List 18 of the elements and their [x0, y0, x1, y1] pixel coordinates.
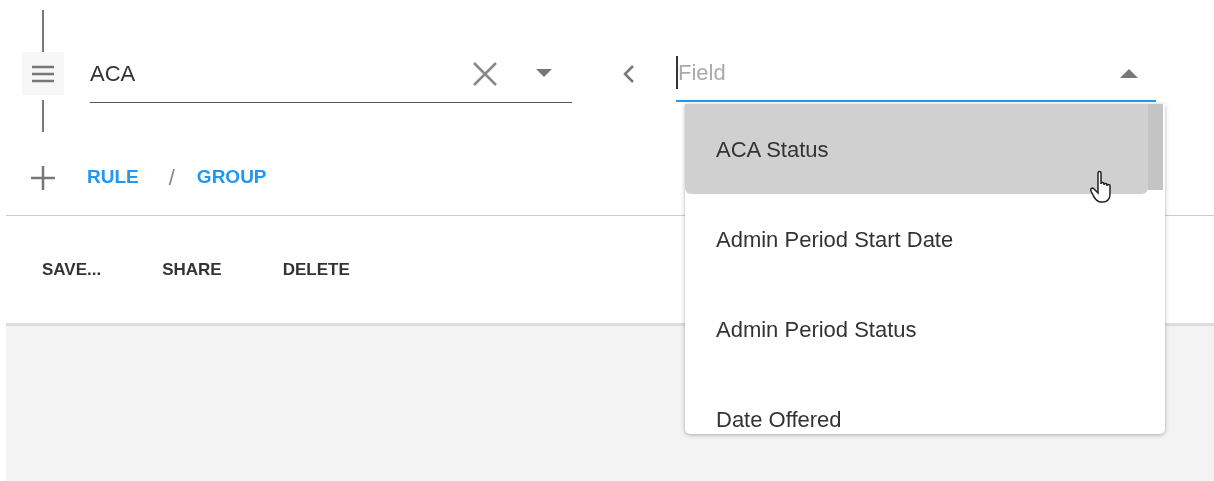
- scrollbar-thumb[interactable]: [1148, 104, 1163, 190]
- caret-icon[interactable]: [1120, 67, 1138, 78]
- separator-text: /: [168, 164, 175, 192]
- dropdown-option[interactable]: Admin Period Status: [685, 284, 1148, 374]
- dropdown-option[interactable]: Date Offered: [685, 374, 1148, 434]
- drag-handle[interactable]: [22, 52, 64, 95]
- menu-icon: [31, 64, 55, 83]
- chevron-left-icon[interactable]: [622, 64, 636, 84]
- field-input[interactable]: Field: [676, 56, 1120, 89]
- close-icon[interactable]: [472, 60, 498, 87]
- caret-icon[interactable]: [536, 69, 552, 78]
- toolbar-button[interactable]: SAVE...: [34, 250, 110, 289]
- add-icon[interactable]: [30, 164, 56, 191]
- toolbar-button[interactable]: DELETE: [274, 250, 358, 289]
- dropdown-option[interactable]: ACA Status: [685, 104, 1148, 194]
- toolbar-button[interactable]: SHARE: [154, 250, 230, 289]
- dropdown-option[interactable]: Admin Period Start Date: [685, 194, 1148, 284]
- value-input[interactable]: ACA: [90, 57, 472, 90]
